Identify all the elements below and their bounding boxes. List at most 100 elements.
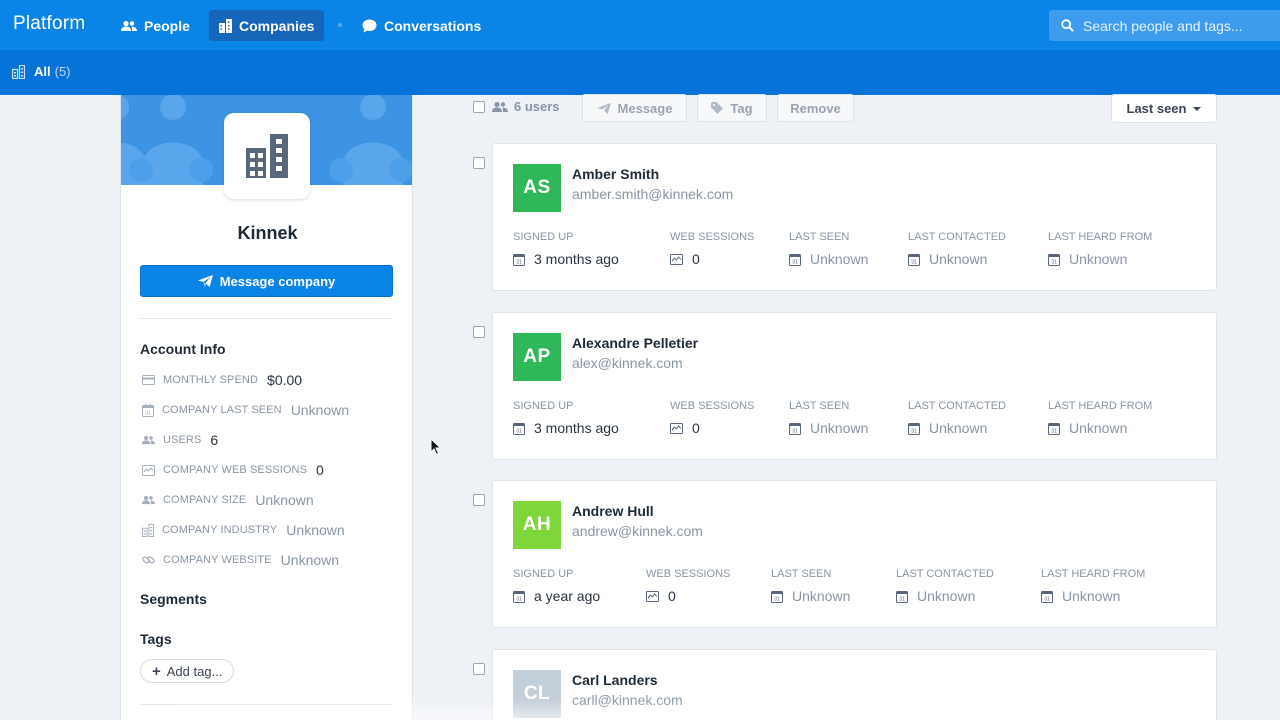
stat-value-row: 31 Unknown xyxy=(771,588,850,604)
segments-heading[interactable]: Segments xyxy=(140,591,207,607)
user-name[interactable]: Alexandre Pelletier xyxy=(572,335,698,351)
svg-text:31: 31 xyxy=(774,596,780,602)
user-email: alex@kinnek.com xyxy=(572,355,683,371)
svg-text:31: 31 xyxy=(145,410,151,416)
avatar: AS xyxy=(513,164,561,212)
tag-icon xyxy=(711,102,724,114)
svg-text:31: 31 xyxy=(1051,259,1057,265)
sort-dropdown[interactable]: Last seen xyxy=(1111,94,1217,123)
user-row-checkbox[interactable] xyxy=(473,326,485,338)
account-info-heading: Account Info xyxy=(140,341,226,357)
user-name[interactable]: Carl Landers xyxy=(572,672,658,688)
user-name[interactable]: Andrew Hull xyxy=(572,503,654,519)
stat-value-row: 31 a year ago xyxy=(513,588,600,604)
select-all-checkbox[interactable] xyxy=(473,101,485,113)
tag-users-button[interactable]: Tag xyxy=(697,94,767,122)
paper-plane-icon xyxy=(197,275,213,287)
stat-value: a year ago xyxy=(534,588,601,604)
top-navbar: Platform People Companies Conversations xyxy=(0,0,1280,50)
search-input[interactable] xyxy=(1083,17,1273,34)
company-profile-panel: Kinnek Message company Account Info Mont… xyxy=(120,95,413,720)
stat-value: Unknown xyxy=(929,251,988,267)
message-company-label: Message company xyxy=(219,273,336,289)
remove-users-button[interactable]: Remove xyxy=(777,94,854,122)
stat-value: Unknown xyxy=(929,420,988,436)
stat-value-row: 31 3 months ago xyxy=(513,251,619,267)
stat-label: Last heard from xyxy=(1048,231,1153,243)
plus-icon: + xyxy=(152,662,161,680)
company-logo xyxy=(224,113,310,199)
stat-signed-up: Signed up 31 a year ago xyxy=(513,568,600,604)
mouse-cursor-icon xyxy=(430,438,442,456)
info-users: Users 6 xyxy=(142,432,218,448)
stat-web-sessions: Web sessions 0 xyxy=(646,568,730,604)
info-company-web-sessions: Company web sessions 0 xyxy=(142,462,324,478)
search-icon xyxy=(1061,19,1074,32)
info-company-website: Company website Unknown xyxy=(142,552,339,568)
filter-all-count: (5) xyxy=(54,64,71,79)
stat-value-row: 0 xyxy=(670,420,754,436)
user-card[interactable]: AP Alexandre Pelletier alex@kinnek.com S… xyxy=(492,312,1217,460)
user-row-checkbox[interactable] xyxy=(473,663,485,675)
stat-value: 0 xyxy=(692,420,700,436)
app-brand[interactable]: Platform xyxy=(13,13,85,35)
stat-value-row: 31 Unknown xyxy=(896,588,994,604)
stat-web-sessions: Web sessions 0 xyxy=(670,400,754,436)
nav-companies-label: Companies xyxy=(239,17,315,34)
caret-down-icon xyxy=(1193,106,1202,111)
stat-value: Unknown xyxy=(810,251,869,267)
filter-all-label: All xyxy=(34,64,51,79)
link-icon xyxy=(142,556,155,564)
stat-value: Unknown xyxy=(1069,420,1128,436)
sub-navbar: All (5) xyxy=(0,50,1280,95)
user-row-checkbox[interactable] xyxy=(473,494,485,506)
people-icon xyxy=(492,101,508,112)
info-value: Unknown xyxy=(286,522,345,538)
info-label: Company website xyxy=(163,554,272,566)
user-card[interactable]: AS Amber Smith amber.smith@kinnek.com Si… xyxy=(492,143,1217,291)
user-name[interactable]: Amber Smith xyxy=(572,166,659,182)
company-name: Kinnek xyxy=(237,223,298,243)
activity-icon xyxy=(670,253,683,265)
info-value: Unknown xyxy=(290,402,350,418)
stat-value: Unknown xyxy=(792,588,851,604)
stat-label: Signed up xyxy=(513,231,574,243)
search-box[interactable] xyxy=(1049,10,1280,41)
calendar-icon: 31 xyxy=(1041,590,1053,603)
info-company-size: Company size Unknown xyxy=(142,492,314,508)
paper-plane-icon xyxy=(596,102,611,114)
tag-users-label: Tag xyxy=(730,100,753,116)
building-icon xyxy=(142,523,154,537)
nav-conversations[interactable]: Conversations xyxy=(352,10,491,41)
divider xyxy=(140,704,393,705)
stat-value: 3 months ago xyxy=(534,251,619,267)
stat-label: Last heard from xyxy=(1041,568,1146,580)
message-users-label: Message xyxy=(617,100,673,116)
svg-text:31: 31 xyxy=(899,596,905,602)
info-label: Company web sessions xyxy=(163,464,308,476)
nav-people[interactable]: People xyxy=(111,10,200,41)
user-row-checkbox[interactable] xyxy=(473,157,485,169)
stat-label: Last heard from xyxy=(1048,400,1153,412)
stat-last-seen: Last seen 31 Unknown xyxy=(789,400,868,436)
calendar-icon: 31 xyxy=(1048,253,1060,266)
stat-value-row: 31 Unknown xyxy=(1048,251,1152,267)
add-tag-button[interactable]: + Add tag... xyxy=(140,659,235,683)
stat-value: Unknown xyxy=(1062,588,1121,604)
filter-all-companies[interactable]: All (5) xyxy=(12,64,71,79)
stat-value-row: 31 Unknown xyxy=(908,420,1006,436)
stat-last-heard-from: Last heard from 31 Unknown xyxy=(1041,568,1145,604)
stat-last-contacted: Last contacted 31 Unknown xyxy=(908,231,1006,267)
info-value: Unknown xyxy=(255,492,314,508)
message-company-button[interactable]: Message company xyxy=(140,265,393,297)
message-users-button[interactable]: Message xyxy=(582,94,687,122)
activity-icon xyxy=(142,464,155,476)
sort-dropdown-label: Last seen xyxy=(1126,101,1187,116)
calendar-icon: 31 xyxy=(908,253,920,266)
add-tag-label: Add tag... xyxy=(166,663,223,679)
user-card[interactable]: AH Andrew Hull andrew@kinnek.com Signed … xyxy=(492,480,1217,628)
stat-value: Unknown xyxy=(1069,251,1128,267)
nav-companies[interactable]: Companies xyxy=(209,10,325,41)
calendar-icon: 31 xyxy=(896,590,908,603)
stat-value: 0 xyxy=(692,251,700,267)
